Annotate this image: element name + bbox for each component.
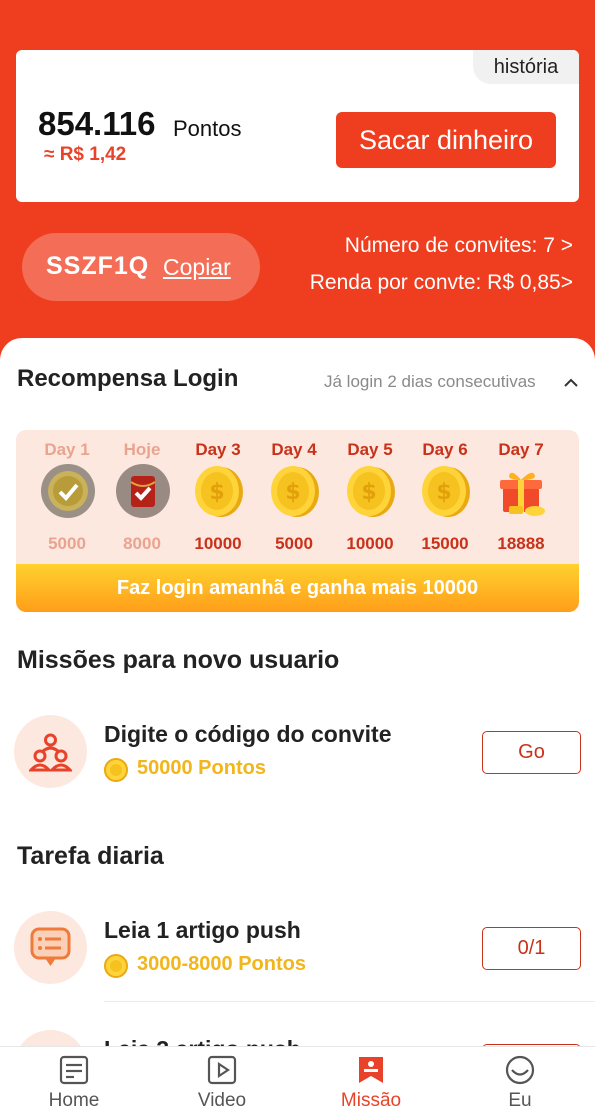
task-go-button[interactable]: Go	[482, 731, 581, 774]
reward-day: Day 4 $ 5000	[256, 430, 332, 565]
coin-icon: $	[422, 466, 470, 517]
invite-code-pill: SSZF1Q Copiar	[22, 233, 260, 301]
day-points: 10000	[194, 534, 242, 553]
nav-missao[interactable]: Missão	[297, 1047, 445, 1120]
reward-day: Day 1 5000	[29, 430, 105, 565]
coin-icon	[104, 758, 128, 782]
nav-home[interactable]: Home	[0, 1047, 148, 1120]
nav-eu[interactable]: Eu	[446, 1047, 594, 1120]
svg-text:$: $	[436, 480, 451, 505]
bottom-navigation: Home Video Missão Eu	[0, 1046, 595, 1120]
copy-code-link[interactable]: Copiar	[163, 254, 231, 281]
history-tab[interactable]: história	[473, 50, 579, 84]
task-points: 50000 Pontos	[137, 757, 266, 779]
login-reward-title: Recompensa Login	[17, 365, 239, 392]
day-points: 5000	[275, 534, 313, 553]
nav-label: Missão	[340, 1090, 402, 1111]
chevron-up-icon[interactable]	[561, 373, 581, 393]
reward-day: Day 5 $ 10000	[332, 430, 408, 565]
day-label: Day 5	[347, 440, 393, 459]
day-points: 10000	[346, 534, 394, 553]
bookmark-task-icon	[359, 1057, 383, 1083]
invite-income-link[interactable]: Renda por convte: R$ 0,85>	[310, 271, 573, 295]
reward-day: Day 6 $ 15000	[407, 430, 483, 565]
smile-face-icon	[505, 1055, 535, 1085]
new-user-missions-title: Missões para novo usuario	[17, 646, 340, 674]
coin-icon: $	[195, 466, 243, 517]
missions-panel: Recompensa Login Já login 2 dias consecu…	[0, 338, 595, 1120]
nav-label: Eu	[508, 1090, 532, 1111]
coin-icon: $	[347, 466, 395, 517]
coin-icon: $	[271, 466, 319, 517]
invite-count-link[interactable]: Número de convites: 7 >	[345, 234, 573, 258]
task-points: 3000-8000 Pontos	[137, 953, 306, 975]
coin-check-icon	[41, 464, 95, 518]
points-unit: Pontos	[173, 116, 242, 141]
task-row: Digite o código do convite 50000 Pontos …	[0, 715, 595, 805]
task-name: Digite o código do convite	[104, 721, 392, 747]
withdraw-cash-button[interactable]: Sacar dinheiro	[336, 112, 556, 168]
nav-label: Video	[197, 1090, 247, 1111]
day-label: Day 4	[271, 440, 317, 459]
task-divider	[104, 1001, 595, 1002]
coin-icon	[104, 954, 128, 978]
task-progress-button[interactable]: 0/1	[482, 927, 581, 970]
message-icon	[30, 927, 71, 966]
login-reward-box: Day 1 5000 Hoje 8000 Day 3 $ 10000 Day 4…	[16, 430, 579, 612]
login-bonus-banner: Faz login amanhã e ganha mais 10000	[16, 564, 579, 612]
points-balance: 854.116	[38, 105, 156, 142]
day-points: 8000	[123, 534, 161, 553]
daily-tasks-title: Tarefa diaria	[17, 842, 164, 870]
day-label: Day 1	[44, 440, 90, 459]
task-name: Leia 1 artigo push	[104, 917, 301, 943]
day-points: 18888	[497, 534, 545, 553]
day-label: Day 6	[422, 440, 468, 459]
task-icon-background	[14, 911, 87, 984]
invite-code: SSZF1Q	[46, 252, 150, 280]
task-row: Leia 1 artigo push 3000-8000 Pontos 0/1	[0, 911, 595, 1001]
day-points: 15000	[421, 534, 469, 553]
day-points: 5000	[48, 534, 86, 553]
article-icon	[59, 1055, 89, 1085]
nav-label: Home	[48, 1090, 100, 1111]
reward-day: Hoje 8000	[104, 430, 180, 565]
money-equivalent: ≈ R$ 1,42	[44, 144, 127, 165]
balance-card: história 854.116 Pontos ≈ R$ 1,42 Sacar …	[16, 50, 579, 202]
svg-text:$: $	[361, 480, 376, 505]
red-envelope-check-icon	[116, 464, 170, 518]
video-play-icon	[207, 1055, 237, 1085]
reward-day: Day 7 18888	[483, 430, 559, 565]
reward-day: Day 3 $ 10000	[180, 430, 256, 565]
day-label: Day 3	[195, 440, 241, 459]
svg-text:$: $	[285, 480, 300, 505]
svg-text:$: $	[209, 480, 224, 505]
day-label: Hoje	[123, 440, 161, 459]
task-icon-background	[14, 715, 87, 788]
login-streak-text: Já login 2 dias consecutivas	[324, 372, 536, 391]
gift-box-icon	[500, 472, 545, 516]
nav-video[interactable]: Video	[148, 1047, 296, 1120]
day-label: Day 7	[498, 440, 544, 459]
invite-people-icon	[29, 733, 72, 772]
